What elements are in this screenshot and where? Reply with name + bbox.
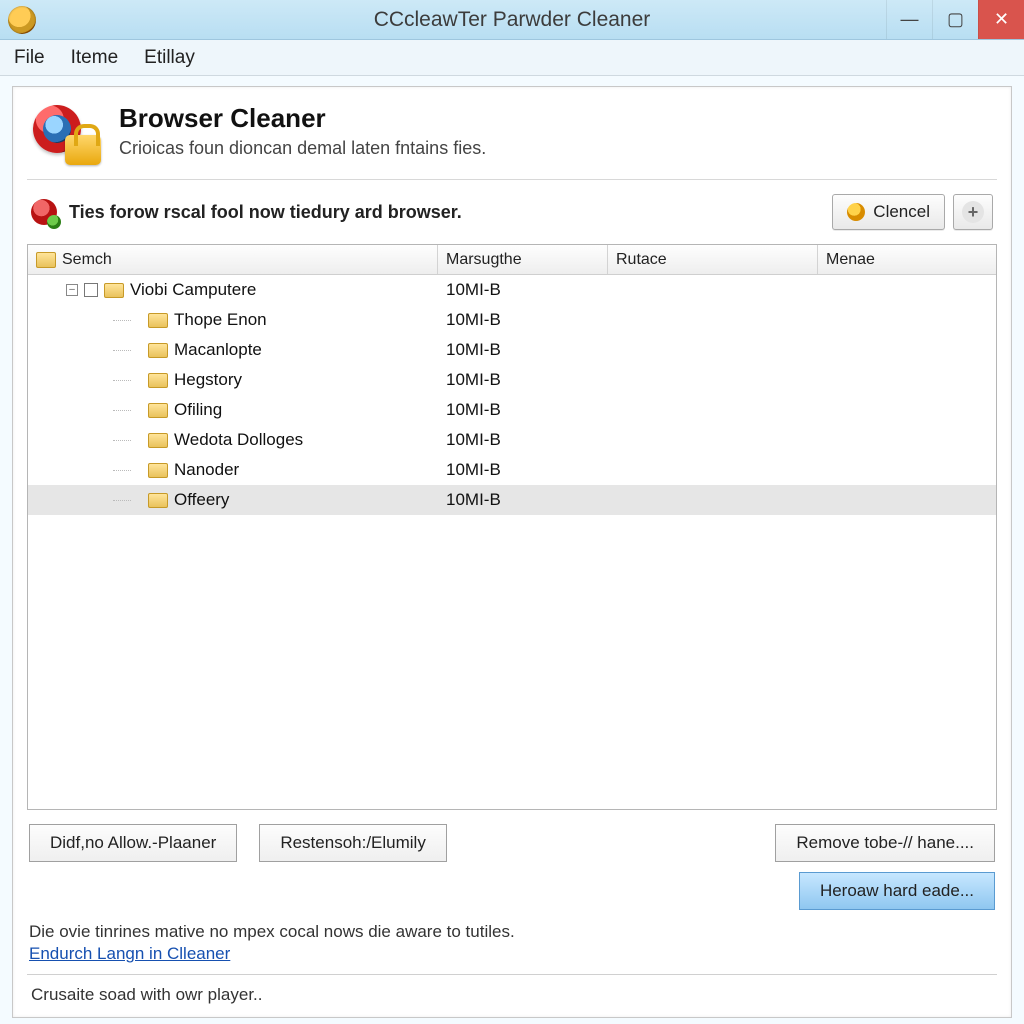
maximize-button[interactable]: ▢ [932, 0, 978, 39]
outer-panel: Browser Cleaner Crioicas foun dioncan de… [0, 76, 1024, 1024]
tree-child-size: 10MI-B [438, 366, 608, 394]
footer-note: Die ovie tinrines mative no mpex cocal n… [27, 918, 997, 944]
tree-child-row[interactable]: Macanlopte 10MI-B [28, 335, 996, 365]
browser-cleaner-icon [31, 103, 101, 165]
menu-bar: File Iteme Etillay [0, 40, 1024, 76]
app-icon [8, 6, 36, 34]
status-bar: Crusaite soad with owr player.. [27, 974, 997, 1009]
tree-child-row[interactable]: Hegstory 10MI-B [28, 365, 996, 395]
tree-child-label: Macanlopte [174, 340, 262, 360]
column-size[interactable]: Marsugthe [438, 245, 608, 274]
folder-icon [148, 463, 168, 478]
folder-icon [148, 373, 168, 388]
tree-child-row[interactable]: Nanoder 10MI-B [28, 455, 996, 485]
tree-child-label: Hegstory [174, 370, 242, 390]
tree-body: – Viobi Camputere 10MI-B Thope Enon 10MI-… [28, 275, 996, 809]
gear-icon [847, 203, 865, 221]
column-4[interactable]: Menae [818, 245, 996, 274]
tree-root-label: Viobi Camputere [130, 280, 256, 300]
title-bar: CCcleawTer Parwder Cleaner — ▢ ✕ [0, 0, 1024, 40]
tree-child-size: 10MI-B [438, 486, 608, 514]
folder-icon [148, 313, 168, 328]
window-title: CCcleawTer Parwder Cleaner [0, 8, 1024, 32]
page-subtitle: Crioicas foun dioncan demal laten fntain… [119, 138, 486, 159]
tree-child-label: Thope Enon [174, 310, 267, 330]
tree-child-label: Wedota Dolloges [174, 430, 303, 450]
menu-etillay[interactable]: Etillay [144, 47, 195, 69]
footer-buttons: Didf,no Allow.-Plaaner Restensoh:/Elumil… [27, 810, 997, 918]
expand-toggle[interactable]: – [66, 284, 78, 296]
page-title: Browser Cleaner [119, 103, 486, 134]
folder-icon [104, 283, 124, 298]
tree-child-size: 10MI-B [438, 456, 608, 484]
tree-child-label: Nanoder [174, 460, 239, 480]
footer-link[interactable]: Endurch Langn in Clleaner [27, 944, 997, 974]
tree-child-label: Offeery [174, 490, 229, 510]
tree-child-row[interactable]: Offeery 10MI-B [28, 485, 996, 515]
plus-icon: + [962, 201, 984, 223]
tree-child-row[interactable]: Ofiling 10MI-B [28, 395, 996, 425]
scan-results-tree: Semch Marsugthe Rutace Menae – Viobi Cam… [27, 244, 997, 810]
close-button[interactable]: ✕ [978, 0, 1024, 39]
tree-child-size: 10MI-B [438, 336, 608, 364]
tree-child-row[interactable]: Wedota Dolloges 10MI-B [28, 425, 996, 455]
clencel-label: Clencel [873, 202, 930, 222]
tree-child-size: 10MI-B [438, 396, 608, 424]
clencel-button[interactable]: Clencel [832, 194, 945, 230]
info-text: Ties forow rscal fool now tiedury ard br… [69, 202, 462, 223]
status-icon [31, 199, 57, 225]
menu-file[interactable]: File [14, 47, 45, 69]
minimize-button[interactable]: — [886, 0, 932, 39]
restore-button[interactable]: Restensoh:/Elumily [259, 824, 447, 862]
tree-header: Semch Marsugthe Rutace Menae [28, 245, 996, 275]
header-text: Browser Cleaner Crioicas foun dioncan de… [119, 103, 486, 159]
tree-root-row[interactable]: – Viobi Camputere 10MI-B [28, 275, 996, 305]
main-panel: Browser Cleaner Crioicas foun dioncan de… [12, 86, 1012, 1018]
folder-icon [148, 433, 168, 448]
info-row: Ties forow rscal fool now tiedury ard br… [27, 180, 997, 244]
column-3[interactable]: Rutace [608, 245, 818, 274]
folder-icon [148, 493, 168, 508]
add-button[interactable]: + [953, 194, 993, 230]
column-name[interactable]: Semch [28, 245, 438, 274]
page-header: Browser Cleaner Crioicas foun dioncan de… [27, 97, 997, 180]
tree-child-label: Ofiling [174, 400, 222, 420]
tree-child-row[interactable]: Thope Enon 10MI-B [28, 305, 996, 335]
tree-child-size: 10MI-B [438, 306, 608, 334]
window-controls: — ▢ ✕ [886, 0, 1024, 39]
checkbox[interactable] [84, 283, 98, 297]
tree-child-size: 10MI-B [438, 426, 608, 454]
menu-iteme[interactable]: Iteme [71, 47, 119, 69]
folder-icon [148, 403, 168, 418]
allow-planner-button[interactable]: Didf,no Allow.-Plaaner [29, 824, 237, 862]
folder-icon [148, 343, 168, 358]
tree-root-size: 10MI-B [438, 276, 608, 304]
remove-button[interactable]: Remove tobe-// hane.... [775, 824, 995, 862]
primary-action-button[interactable]: Heroaw hard eade... [799, 872, 995, 910]
